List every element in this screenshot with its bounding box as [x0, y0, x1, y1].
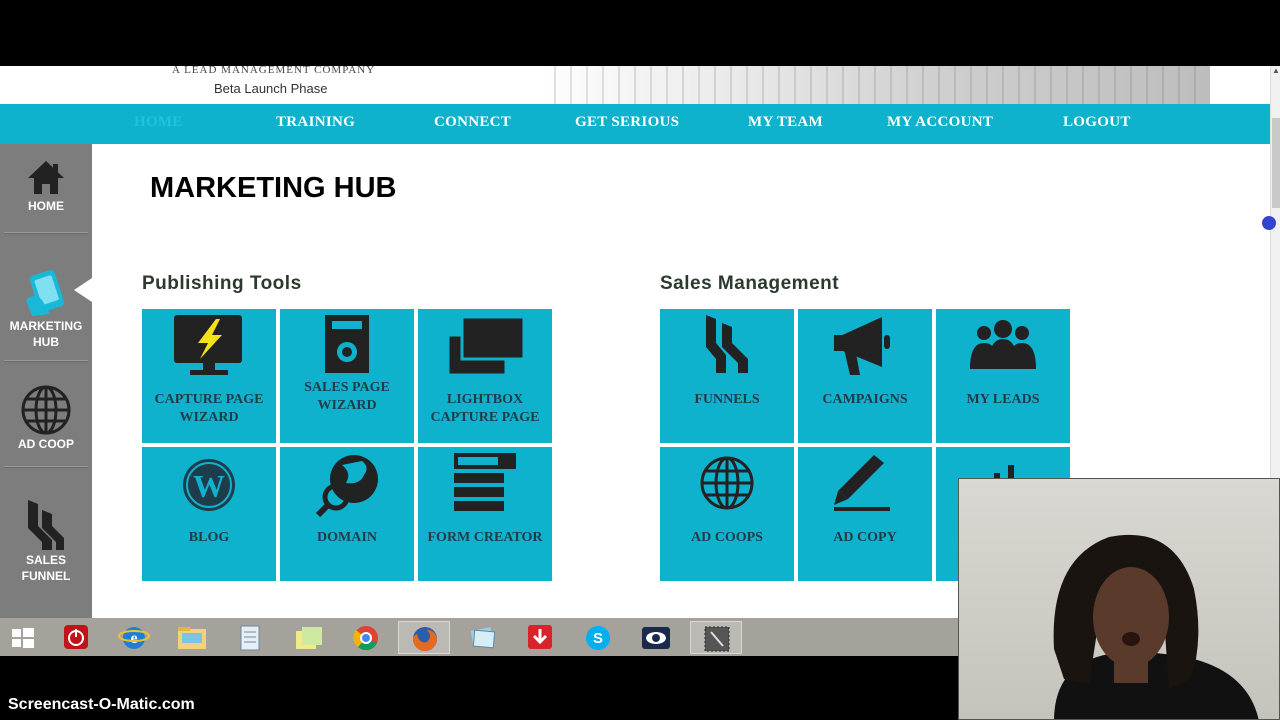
- tile-sales-page-wizard[interactable]: SALES PAGE WIZARD: [280, 309, 414, 443]
- webcam-overlay: [958, 478, 1280, 720]
- people-icon: [970, 320, 1036, 369]
- nav-training[interactable]: TRAINING: [276, 114, 355, 131]
- sidebar-item-label: SALES: [25, 553, 66, 567]
- tile-my-leads[interactable]: MY LEADS: [936, 309, 1070, 443]
- sidebar-item-label: FUNNEL: [21, 569, 71, 583]
- sidebar-divider: [4, 232, 88, 234]
- tile-funnels[interactable]: FUNNELS: [660, 309, 794, 443]
- screenshot-icon[interactable]: [456, 621, 508, 654]
- tile-capture-page-wizard[interactable]: CAPTURE PAGE WIZARD: [142, 309, 276, 443]
- page-title: MARKETING HUB: [150, 172, 397, 204]
- sticky-notes-icon[interactable]: [282, 621, 334, 654]
- sidebar-divider: [4, 466, 88, 468]
- tile-label: FORM CREATOR: [427, 530, 543, 545]
- header-phase: Beta Launch Phase: [214, 81, 328, 96]
- tile-label: WIZARD: [179, 410, 239, 425]
- tile-campaigns[interactable]: CAMPAIGNS: [798, 309, 932, 443]
- tile-label: BLOG: [188, 530, 230, 545]
- megaphone-icon: [834, 317, 890, 375]
- tile-label: DOMAIN: [317, 530, 377, 545]
- funnel-icon: [706, 315, 748, 373]
- top-nav: HOME TRAINING CONNECT GET SERIOUS MY TEA…: [0, 104, 1270, 144]
- monitor-lightning-icon: [174, 315, 242, 375]
- windows-stack-icon: [446, 315, 526, 377]
- sidebar-divider: [4, 360, 88, 362]
- tile-label: CAMPAIGNS: [822, 392, 908, 407]
- top-letterbox: [0, 0, 1280, 66]
- sidebar-item-ad-coop[interactable]: AD COOP: [0, 384, 92, 452]
- presenter-figure: [1053, 534, 1259, 719]
- internet-explorer-icon[interactable]: e: [108, 621, 160, 654]
- marketing-hub-icon: [26, 270, 65, 316]
- nav-connect[interactable]: CONNECT: [434, 114, 511, 131]
- sidebar-item-label: MARKETING: [9, 319, 83, 333]
- header-tagline: A LEAD MANAGEMENT COMPANY: [172, 66, 376, 76]
- scroll-thumb[interactable]: [1272, 118, 1280, 208]
- home-icon: [28, 161, 64, 194]
- pencil-icon: [834, 455, 890, 511]
- recorder-icon[interactable]: [690, 621, 742, 654]
- svg-text:S: S: [593, 630, 603, 647]
- tile-label: CAPTURE PAGE: [430, 410, 540, 425]
- download-icon[interactable]: [514, 621, 566, 654]
- form-icon: [454, 453, 516, 511]
- scroll-up-arrow-icon[interactable]: ▲: [1271, 66, 1280, 78]
- sidebar-item-label: HUB: [33, 335, 59, 349]
- globe-icon: [21, 385, 71, 435]
- svg-text:W: W: [193, 468, 225, 504]
- sidebar-item-label: HOME: [28, 199, 64, 213]
- tile-label: FUNNELS: [694, 392, 760, 407]
- wordpress-icon: W: [183, 459, 235, 511]
- windows-start-icon[interactable]: [0, 621, 46, 654]
- tile-label: AD COOPS: [691, 530, 763, 545]
- site-header: A LEAD MANAGEMENT COMPANY Beta Launch Ph…: [0, 66, 1270, 104]
- globe-search-icon: [315, 455, 378, 518]
- svg-text:e: e: [130, 630, 137, 647]
- nav-home[interactable]: HOME: [134, 114, 183, 131]
- file-explorer-icon[interactable]: [166, 621, 218, 654]
- tile-lightbox-capture-page[interactable]: LIGHTBOX CAPTURE PAGE: [418, 309, 552, 443]
- tile-form-creator[interactable]: FORM CREATOR: [418, 447, 552, 581]
- section-title-publishing-tools: Publishing Tools: [142, 273, 302, 294]
- power-icon[interactable]: [50, 621, 102, 654]
- sidebar-item-home[interactable]: HOME: [0, 158, 92, 214]
- tile-label: LIGHTBOX: [446, 392, 524, 407]
- header-hallway-image: [540, 66, 1210, 104]
- sidebar-item-sales-funnel[interactable]: SALES FUNNEL: [0, 496, 92, 584]
- viewer-icon[interactable]: [630, 621, 682, 654]
- nav-my-account[interactable]: MY ACCOUNT: [887, 114, 993, 131]
- funnel-icon: [28, 500, 64, 550]
- sidebar: HOME MARKETING HUB AD COOP SALES FUNNEL: [0, 144, 92, 618]
- tile-label: CAPTURE PAGE: [154, 392, 264, 407]
- nav-my-team[interactable]: MY TEAM: [748, 114, 823, 131]
- section-title-sales-management: Sales Management: [660, 273, 840, 294]
- document-icon[interactable]: [224, 621, 276, 654]
- globe-icon: [700, 456, 754, 510]
- tile-label: SALES PAGE: [304, 380, 390, 395]
- page-gear-icon: [325, 315, 369, 373]
- tile-ad-copy[interactable]: AD COPY: [798, 447, 932, 581]
- tile-blog[interactable]: W BLOG: [142, 447, 276, 581]
- sidebar-active-pointer: [74, 278, 92, 302]
- nav-logout[interactable]: LOGOUT: [1063, 114, 1131, 131]
- mouse-cursor-indicator: [1262, 216, 1276, 230]
- tile-label: AD COPY: [833, 530, 897, 545]
- chrome-icon[interactable]: [340, 621, 392, 654]
- tile-label: WIZARD: [317, 398, 377, 413]
- nav-get-serious[interactable]: GET SERIOUS: [575, 114, 679, 131]
- sidebar-item-label: AD COOP: [17, 437, 74, 451]
- screencast-watermark: Screencast-O-Matic.com: [8, 696, 195, 713]
- tile-domain[interactable]: DOMAIN: [280, 447, 414, 581]
- skype-icon[interactable]: S: [572, 621, 624, 654]
- firefox-icon[interactable]: [398, 621, 450, 654]
- tile-label: MY LEADS: [966, 392, 1040, 407]
- tile-ad-coops[interactable]: AD COOPS: [660, 447, 794, 581]
